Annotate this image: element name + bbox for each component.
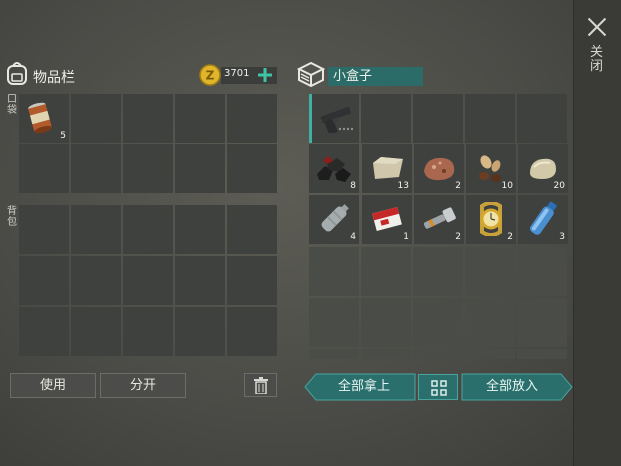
item-count: 1	[403, 232, 409, 242]
pocket-label: 口袋	[7, 94, 17, 116]
svg-text:Z: Z	[206, 69, 215, 83]
item-count: 2	[455, 181, 461, 191]
inventory-slot[interactable]	[227, 256, 277, 305]
rock-icon	[530, 158, 556, 179]
cigarette-pack-icon	[372, 206, 402, 232]
water-bottle-icon	[529, 201, 558, 235]
close-icon[interactable]	[585, 15, 609, 39]
container-slot-stone-block[interactable]: 13	[362, 144, 412, 193]
gold-watch-icon	[480, 202, 502, 236]
inventory-slot[interactable]	[309, 349, 359, 359]
split-button[interactable]: 分开	[100, 373, 186, 398]
coin-amount: 3701	[224, 68, 250, 79]
inventory-slot[interactable]	[465, 298, 515, 347]
inventory-slot[interactable]	[361, 349, 411, 359]
container-slot-cigarette-pack[interactable]: 1	[362, 195, 412, 244]
inventory-slot[interactable]	[517, 94, 567, 143]
inventory-slot[interactable]	[175, 94, 225, 143]
inventory-slot[interactable]	[465, 94, 515, 143]
inventory-slot[interactable]	[361, 94, 411, 143]
seeds-icon	[479, 155, 501, 182]
container-slot-ore[interactable]: 2	[414, 144, 464, 193]
container-slot-pistol[interactable]	[309, 94, 359, 143]
inventory-slot[interactable]	[175, 256, 225, 305]
take-all-button[interactable]: 全部拿上	[316, 374, 412, 400]
plus-icon[interactable]	[258, 68, 272, 82]
canned-food-icon	[28, 102, 52, 134]
inventory-slot[interactable]	[123, 256, 173, 305]
inventory-slot[interactable]	[517, 349, 567, 359]
trash-icon	[254, 377, 268, 394]
inventory-slot[interactable]	[227, 205, 277, 254]
trash-button[interactable]	[244, 373, 277, 397]
item-count: 2	[507, 232, 513, 242]
item-count: 8	[350, 181, 356, 191]
inventory-slot[interactable]	[361, 247, 411, 296]
item-count: 10	[501, 181, 513, 191]
inventory-slot[interactable]	[175, 205, 225, 254]
item-count: 4	[350, 232, 356, 242]
use-button[interactable]: 使用	[10, 373, 96, 398]
inventory-slot[interactable]	[517, 298, 567, 347]
pocket-slot-canned-food[interactable]: 5	[19, 94, 69, 143]
close-label[interactable]: 关闭	[590, 46, 604, 74]
inventory-slot[interactable]	[123, 94, 173, 143]
inventory-slot[interactable]	[123, 205, 173, 254]
container-slot-empty-bottle[interactable]: 4	[309, 195, 359, 244]
inventory-slot[interactable]	[413, 298, 463, 347]
item-count: 13	[397, 181, 409, 191]
pistol-icon	[320, 106, 354, 133]
container-name-field[interactable]: 小盒子	[328, 67, 423, 86]
inventory-slot[interactable]	[19, 307, 69, 356]
inventory-slot[interactable]	[413, 247, 463, 296]
inventory-slot[interactable]	[309, 247, 359, 296]
ore-icon	[424, 157, 455, 181]
sort-grid-button[interactable]	[418, 374, 458, 400]
container-slot-coal[interactable]: 8	[309, 144, 359, 193]
inventory-slot[interactable]	[413, 349, 463, 359]
inventory-slot[interactable]	[227, 144, 277, 193]
backpack-icon	[7, 62, 27, 85]
inventory-slot[interactable]	[123, 144, 173, 193]
item-count: 20	[553, 181, 565, 191]
inventory-slot[interactable]	[175, 144, 225, 193]
container-slot-flashlight[interactable]: 2	[414, 195, 464, 244]
inventory-slot[interactable]	[123, 307, 173, 356]
inventory-slot[interactable]	[71, 205, 121, 254]
inventory-slot[interactable]	[361, 298, 411, 347]
inventory-slot[interactable]	[19, 144, 69, 193]
inventory-slot[interactable]	[465, 247, 515, 296]
container-slot-seeds[interactable]: 10	[466, 144, 516, 193]
backpack-label: 背包	[7, 206, 17, 228]
item-count: 5	[60, 131, 66, 141]
inventory-title: 物品栏	[33, 70, 75, 86]
put-all-button[interactable]: 全部放入	[464, 374, 560, 400]
inventory-slot[interactable]	[227, 94, 277, 143]
container-slot-water-bottle[interactable]: 3	[518, 195, 568, 244]
inventory-slot[interactable]	[19, 256, 69, 305]
inventory-slot[interactable]	[517, 247, 567, 296]
inventory-slot[interactable]	[71, 144, 121, 193]
stone-block-icon	[373, 157, 403, 179]
flashlight-icon	[423, 207, 456, 229]
grid-sort-icon	[431, 380, 447, 396]
item-count: 2	[455, 232, 461, 242]
inventory-slot[interactable]	[227, 307, 277, 356]
inventory-slot[interactable]	[71, 94, 121, 143]
inventory-slot[interactable]	[413, 94, 463, 143]
inventory-slot[interactable]	[465, 349, 515, 359]
inventory-slot[interactable]	[71, 256, 121, 305]
container-slot-gold-watch[interactable]: 2	[466, 195, 516, 244]
empty-bottle-icon	[321, 204, 349, 232]
inventory-slot[interactable]	[19, 205, 69, 254]
coal-icon	[317, 156, 351, 182]
box-icon	[297, 61, 325, 87]
inventory-slot[interactable]	[71, 307, 121, 356]
item-count: 3	[559, 232, 565, 242]
container-slot-rock[interactable]: 20	[518, 144, 568, 193]
inventory-slot[interactable]	[309, 298, 359, 347]
inventory-slot[interactable]	[175, 307, 225, 356]
coin-icon: Z	[199, 64, 221, 86]
